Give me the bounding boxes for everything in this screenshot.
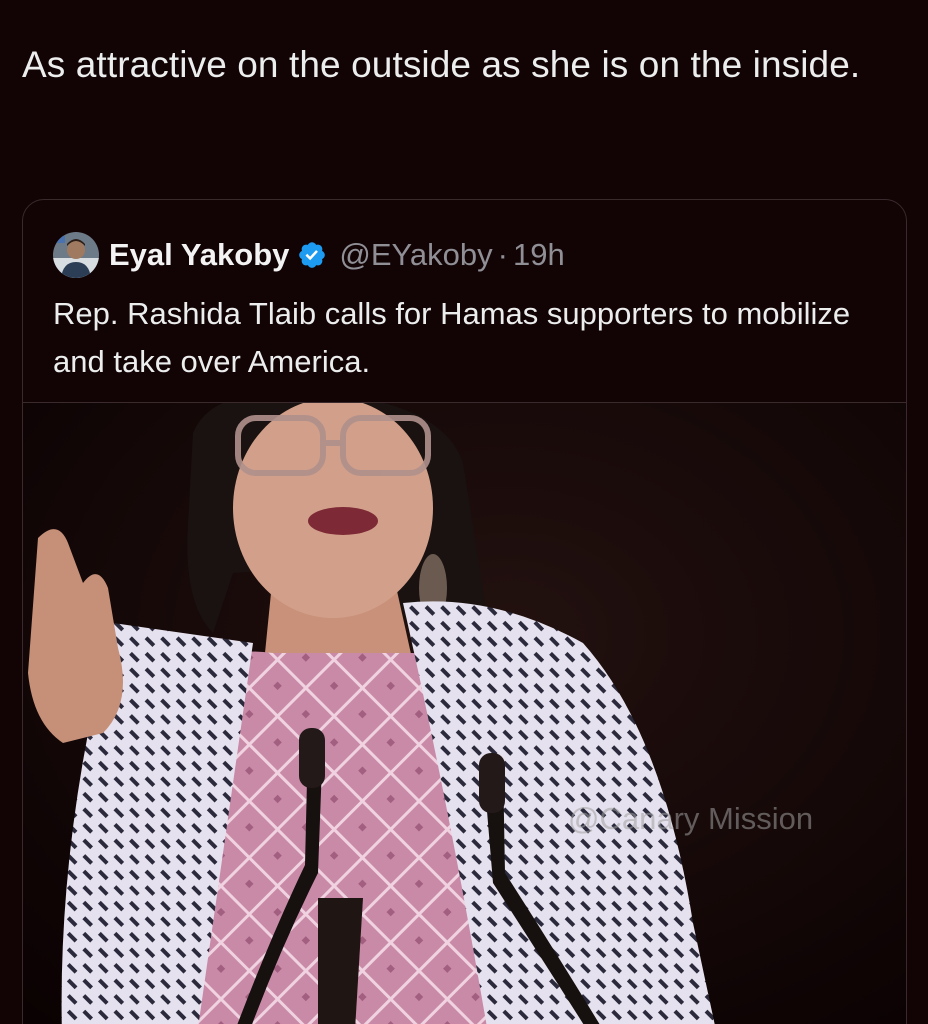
video-media[interactable]: @Canary Mission xyxy=(23,402,906,1024)
video-frame-image xyxy=(23,403,906,1024)
avatar-image xyxy=(53,232,99,278)
tweet-page: As attractive on the outside as she is o… xyxy=(0,0,928,1024)
author-avatar[interactable] xyxy=(53,232,99,278)
video-watermark: @Canary Mission xyxy=(568,801,814,836)
quoted-tweet-text: Rep. Rashida Tlaib calls for Hamas suppo… xyxy=(53,296,851,379)
tweet-text: As attractive on the outside as she is o… xyxy=(22,44,861,85)
quoted-tweet-card[interactable]: Eyal Yakoby @EYakoby · 19h Rep. Rashida … xyxy=(22,199,907,1024)
verified-badge-icon xyxy=(299,242,326,268)
quoted-tweet-header: Eyal Yakoby @EYakoby · 19h xyxy=(53,230,565,280)
author-handle[interactable]: @EYakoby xyxy=(339,237,492,273)
author-name[interactable]: Eyal Yakoby xyxy=(109,237,289,273)
separator-dot: · xyxy=(497,237,508,272)
timestamp[interactable]: 19h xyxy=(513,237,565,273)
